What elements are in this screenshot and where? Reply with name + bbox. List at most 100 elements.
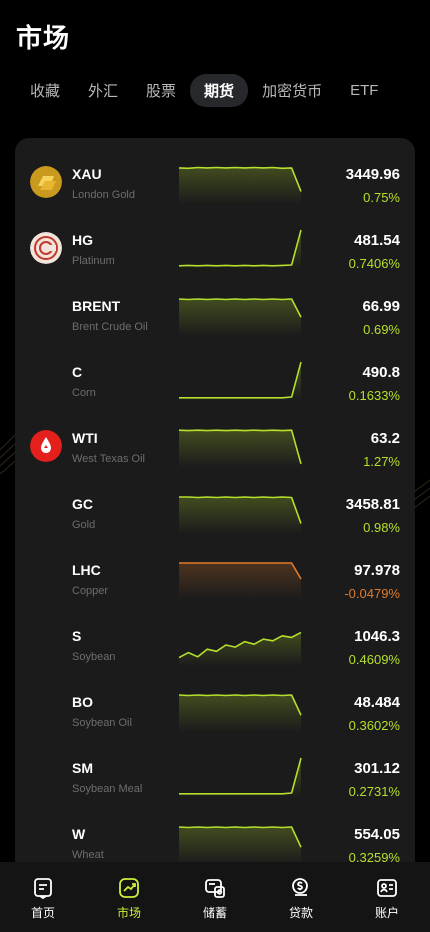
- nav-savings[interactable]: 储蓄: [180, 876, 250, 921]
- price: 48.484: [354, 694, 400, 711]
- sparkline-area: [179, 362, 301, 402]
- sparkline: [178, 694, 302, 732]
- sparkline-area: [179, 497, 301, 534]
- sparkline: [178, 298, 302, 336]
- instrument-name: Corn: [72, 387, 96, 399]
- instrument-name: West Texas Oil: [72, 453, 145, 465]
- bottom-navigation: 首页 市场 储蓄 贷款 账户: [0, 862, 430, 932]
- price: 490.8: [362, 364, 400, 381]
- instrument-name: Wheat: [72, 849, 104, 861]
- tab-etf[interactable]: ETF: [336, 76, 392, 105]
- price: 554.05: [354, 826, 400, 843]
- sparkline-line: [178, 229, 302, 267]
- gold-bar-icon: [30, 166, 62, 198]
- symbol: GC: [72, 496, 93, 512]
- sparkline: [178, 166, 302, 204]
- nav-label: 贷款: [288, 906, 313, 920]
- sparkline-area: [179, 632, 301, 666]
- nav-home[interactable]: 首页: [8, 876, 78, 921]
- symbol: WTI: [72, 430, 98, 446]
- list-item-xau[interactable]: XAU London Gold 3449.96 0.75%: [15, 156, 415, 222]
- price: 66.99: [362, 298, 400, 315]
- list-item-bo[interactable]: BO Soybean Oil 48.484 0.3602%: [15, 684, 415, 750]
- symbol: C: [72, 364, 83, 380]
- change-percent: 0.3602%: [348, 718, 400, 733]
- sparkline-line: [179, 361, 302, 399]
- change-percent: 0.4609%: [348, 652, 400, 667]
- sparkline-area: [179, 430, 301, 468]
- instrument-name: Platinum: [72, 255, 115, 267]
- sparkline-area: [179, 299, 301, 336]
- change-percent: 0.98%: [363, 520, 400, 535]
- list-item-c[interactable]: C Corn 490.8 0.1633%: [15, 354, 415, 420]
- page-title: 市场: [16, 23, 71, 53]
- instrument-name: Gold: [72, 519, 96, 531]
- sparkline: [179, 361, 302, 402]
- symbol: LHC: [72, 562, 101, 578]
- list-item-brent[interactable]: BRENT Brent Crude Oil 66.99 0.69%: [15, 288, 415, 354]
- sparkline: [179, 757, 302, 798]
- sparkline: [178, 429, 302, 468]
- instrument-name: London Gold: [72, 189, 135, 201]
- instrument-name: Soybean Oil: [72, 717, 132, 729]
- price: 97.978: [354, 562, 400, 579]
- symbol: BRENT: [72, 298, 121, 314]
- savings-icon: [205, 879, 225, 898]
- list-item-s[interactable]: S Soybean 1046.3 0.4609%: [15, 618, 415, 684]
- price: 3458.81: [345, 496, 400, 513]
- nav-market[interactable]: 市场: [94, 876, 164, 921]
- sparkline: [179, 562, 302, 600]
- price: 63.2: [370, 430, 400, 447]
- sparkline: [179, 496, 302, 534]
- change-percent: 0.7406%: [348, 256, 400, 271]
- sparkline-area: [179, 563, 301, 600]
- sparkline-area: [179, 230, 301, 270]
- change-percent: 1.27%: [363, 454, 400, 469]
- price: 3449.96: [345, 166, 400, 183]
- tab-stocks[interactable]: 股票: [132, 74, 190, 107]
- account-card-icon: [377, 879, 397, 897]
- list-item-lhc[interactable]: LHC Copper 97.978 -0.0479%: [15, 552, 415, 618]
- change-percent: -0.0479%: [344, 586, 400, 601]
- change-percent: 0.2731%: [348, 784, 400, 799]
- price: 301.12: [354, 760, 400, 777]
- change-percent: 0.1633%: [348, 388, 400, 403]
- tab-crypto[interactable]: 加密货币: [248, 74, 336, 107]
- sparkline-area: [179, 827, 301, 864]
- change-percent: 0.69%: [363, 322, 400, 337]
- platinum-coin-icon: [30, 232, 62, 264]
- symbol: SM: [72, 760, 93, 776]
- nav-label: 首页: [30, 906, 55, 920]
- list-item-sm[interactable]: SM Soybean Meal 301.12 0.2731%: [15, 750, 415, 816]
- symbol: HG: [72, 232, 93, 248]
- futures-list: XAU London Gold 3449.96 0.75% HG Platinu…: [15, 138, 415, 878]
- sparkline: [178, 826, 302, 864]
- nav-label: 账户: [374, 906, 399, 920]
- nav-label: 储蓄: [202, 906, 227, 920]
- loan-dollar-icon: [292, 878, 308, 896]
- nav-loans[interactable]: 贷款: [266, 876, 336, 921]
- price: 481.54: [354, 232, 400, 249]
- market-tabs: 收藏 外汇 股票 期货 加密货币 ETF: [16, 73, 414, 107]
- sparkline: [178, 229, 302, 270]
- sparkline-area: [179, 167, 301, 204]
- home-news-icon: [34, 878, 52, 900]
- sparkline: [178, 631, 302, 666]
- symbol: BO: [72, 694, 93, 710]
- instrument-name: Brent Crude Oil: [72, 321, 148, 333]
- list-item-gc[interactable]: GC Gold 3458.81 0.98%: [15, 486, 415, 552]
- instrument-name: Copper: [72, 585, 109, 597]
- sparkline-area: [179, 695, 301, 732]
- instrument-name: Soybean Meal: [72, 783, 143, 795]
- instrument-name: Soybean: [72, 651, 116, 663]
- list-item-hg[interactable]: HG Platinum 481.54 0.7406%: [15, 222, 415, 288]
- tab-forex[interactable]: 外汇: [74, 74, 132, 107]
- oil-drop-icon: [30, 430, 62, 462]
- tab-futures[interactable]: 期货: [190, 73, 249, 107]
- sparkline-area: [179, 758, 301, 798]
- price: 1046.3: [354, 628, 400, 645]
- list-item-wti[interactable]: WTI West Texas Oil 63.2 1.27%: [15, 420, 415, 486]
- nav-account[interactable]: 账户: [352, 876, 422, 921]
- market-chart-icon: [119, 878, 139, 898]
- tab-favorites[interactable]: 收藏: [16, 74, 74, 107]
